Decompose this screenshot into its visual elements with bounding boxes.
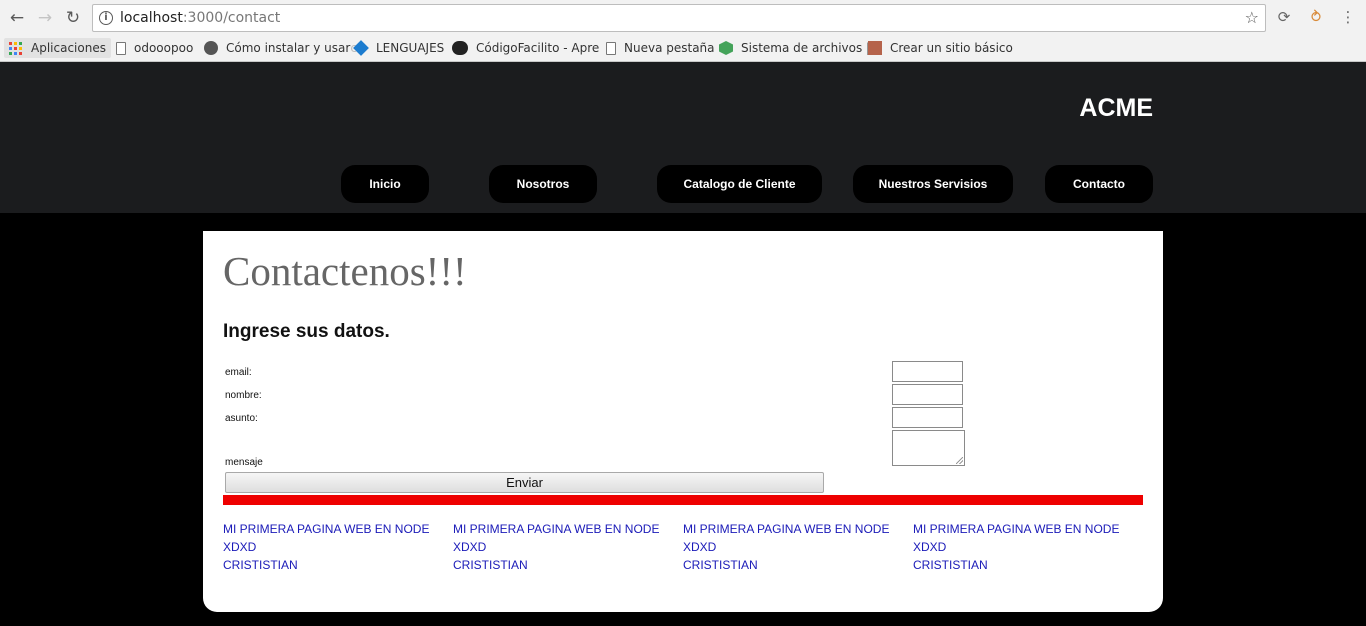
bookmark-label: Cómo instalar y usar — [226, 41, 351, 55]
asunto-field[interactable] — [892, 407, 963, 428]
reload-icon[interactable]: ↻ — [62, 7, 84, 29]
url-host: localhost — [120, 10, 183, 26]
browser-chrome: ← → ↻ i localhost:3000/contact ☆ ⟳ ⥁ ⋮ A… — [0, 0, 1366, 62]
bookmark-item[interactable]: LENGUAJES — [353, 38, 445, 58]
footer-link[interactable]: MI PRIMERA PAGINA WEB EN NODE — [223, 520, 429, 538]
bookmark-item[interactable]: Cómo instalar y usarc — [204, 38, 357, 58]
footer-column: MI PRIMERA PAGINA WEB EN NODE XDXD CRIST… — [453, 520, 659, 574]
contact-card: Contactenos!!! Ingrese sus datos. email:… — [203, 231, 1163, 612]
red-divider — [223, 495, 1143, 505]
nombre-label: nombre: — [225, 390, 262, 401]
footer-link[interactable]: CRISTISTIAN — [453, 556, 659, 574]
back-icon[interactable]: ← — [6, 7, 28, 29]
bookmark-item[interactable]: odooopoo — [116, 38, 193, 58]
bookmark-label: Nueva pestaña — [624, 41, 715, 55]
resize-grip-icon[interactable] — [956, 457, 963, 464]
pro-favicon-icon — [452, 41, 468, 55]
node-favicon-icon — [719, 41, 733, 55]
forward-icon[interactable]: → — [34, 7, 56, 29]
footer-link[interactable]: CRISTISTIAN — [683, 556, 889, 574]
footer-link[interactable]: CRISTISTIAN — [913, 556, 1119, 574]
page-icon — [116, 41, 126, 55]
bookmark-item[interactable]: CódigoFacilito - Apre — [452, 38, 599, 58]
nav-contacto[interactable]: Contacto — [1045, 165, 1153, 203]
mdn-favicon-icon — [868, 41, 882, 55]
browser-toolbar: ← → ↻ i localhost:3000/contact ☆ ⟳ ⥁ ⋮ — [0, 0, 1366, 35]
url-text: localhost:3000/contact — [120, 10, 280, 26]
brand-logo[interactable]: ACME — [1079, 94, 1153, 123]
address-bar[interactable]: i localhost:3000/contact ☆ — [92, 4, 1266, 32]
footer-column: MI PRIMERA PAGINA WEB EN NODE XDXD CRIST… — [223, 520, 429, 574]
page-title: Contactenos!!! — [223, 248, 467, 294]
bookmark-label: CódigoFacilito - Apre — [476, 41, 600, 55]
footer-link[interactable]: XDXD — [913, 538, 1119, 556]
bookmark-apps[interactable]: Aplicaciones — [4, 38, 111, 58]
nav-inicio[interactable]: Inicio — [341, 165, 429, 203]
email-field[interactable] — [892, 361, 963, 382]
sync-extension-icon[interactable]: ⟳ — [1274, 7, 1294, 27]
footer-link[interactable]: MI PRIMERA PAGINA WEB EN NODE — [453, 520, 659, 538]
bookmark-star-icon[interactable]: ☆ — [1245, 8, 1259, 27]
bookmark-label: Aplicaciones — [31, 41, 106, 55]
mensaje-textarea[interactable] — [892, 430, 965, 466]
footer-link[interactable]: XDXD — [683, 538, 889, 556]
bookmark-item[interactable]: Sistema de archivos | — [719, 38, 870, 58]
apps-grid-icon — [9, 41, 22, 55]
bookmark-label: Sistema de archivos | — [741, 41, 871, 55]
bookmark-item[interactable]: Nueva pestaña — [606, 38, 715, 58]
site-header: ACME Inicio Nosotros Catalogo de Cliente… — [0, 62, 1366, 213]
enviar-button[interactable]: Enviar — [225, 472, 824, 493]
footer-column: MI PRIMERA PAGINA WEB EN NODE XDXD CRIST… — [913, 520, 1119, 574]
form-subtitle: Ingrese sus datos. — [223, 321, 390, 342]
extension-icon[interactable]: ⥁ — [1306, 7, 1326, 27]
diamond-favicon-icon — [353, 40, 369, 56]
footer-link[interactable]: MI PRIMERA PAGINA WEB EN NODE — [913, 520, 1119, 538]
footer-link[interactable]: MI PRIMERA PAGINA WEB EN NODE — [683, 520, 889, 538]
url-path: :3000/contact — [182, 10, 281, 26]
bookmarks-bar: Aplicaciones odooopoo Cómo instalar y us… — [0, 35, 1366, 61]
footer-column: MI PRIMERA PAGINA WEB EN NODE XDXD CRIST… — [683, 520, 889, 574]
bookmark-item[interactable]: Crear un sitio básico — [868, 38, 1013, 58]
page-icon — [606, 41, 616, 55]
email-label: email: — [225, 367, 252, 378]
mensaje-label: mensaje — [225, 457, 263, 468]
footer-link[interactable]: XDXD — [223, 538, 429, 556]
bookmark-label: odooopoo — [134, 41, 194, 55]
asunto-label: asunto: — [225, 413, 258, 424]
avatar-favicon-icon — [204, 41, 218, 55]
footer-link[interactable]: XDXD — [453, 538, 659, 556]
bookmark-label: LENGUAJES — [376, 41, 445, 55]
menu-kebab-icon[interactable]: ⋮ — [1338, 7, 1358, 27]
nav-catalogo[interactable]: Catalogo de Cliente — [657, 165, 822, 203]
nav-nosotros[interactable]: Nosotros — [489, 165, 597, 203]
nav-servicios[interactable]: Nuestros Servisios — [853, 165, 1013, 203]
nombre-field[interactable] — [892, 384, 963, 405]
bookmark-label: Crear un sitio básico — [890, 41, 1013, 55]
info-icon[interactable]: i — [99, 11, 113, 25]
footer-link[interactable]: CRISTISTIAN — [223, 556, 429, 574]
